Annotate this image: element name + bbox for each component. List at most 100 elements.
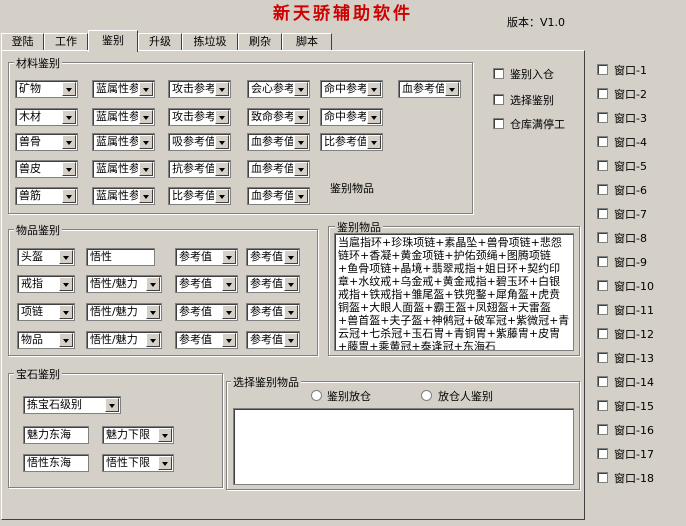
window-checkbox[interactable] [597, 424, 608, 435]
window-checkbox[interactable] [597, 280, 608, 291]
window-checkbox[interactable] [597, 328, 608, 339]
material-blue-attr-select[interactable]: 蓝属性参 [92, 133, 155, 151]
window-checkbox[interactable] [597, 64, 608, 75]
window-checkbox[interactable] [597, 376, 608, 387]
item-ref-value-select[interactable]: 参考值 [246, 331, 300, 349]
material-ref-select[interactable]: 命中参考 [320, 108, 383, 126]
material-blue-attr-select[interactable]: 蓝属性参 [92, 108, 155, 126]
window-checkbox[interactable] [597, 232, 608, 243]
item-type-select[interactable]: 物品 [17, 331, 75, 349]
tab-upgrade[interactable]: 升级 [138, 33, 182, 51]
item-attr-select[interactable]: 悟性/魅力 [86, 331, 162, 349]
material-ref-select[interactable]: 吸参考值 [168, 133, 231, 151]
radio-store-person-identify[interactable] [421, 390, 432, 401]
window-checkbox[interactable] [597, 184, 608, 195]
material-blue-attr-select[interactable]: 蓝属性参 [92, 187, 155, 205]
chevron-down-icon [367, 110, 381, 124]
material-ref-select[interactable]: 比参考值 [320, 133, 383, 151]
item-ref-value-select[interactable]: 参考值 [246, 275, 300, 293]
material-ref-select[interactable]: 抗参考值 [168, 160, 231, 178]
chevron-down-icon [215, 162, 229, 176]
version-label: 版本：V1.0 [507, 16, 566, 29]
gem-limit-select[interactable]: 悟性下限 [102, 454, 174, 472]
material-ref-select[interactable]: 攻击参考 [168, 108, 231, 126]
item-type-select[interactable]: 项链 [17, 303, 75, 321]
chevron-down-icon [222, 333, 236, 347]
chevron-down-icon [158, 428, 172, 442]
item-type-select[interactable]: 头盔 [17, 248, 75, 266]
window-label: 窗口-12 [614, 328, 654, 341]
item-ref-value-select[interactable]: 参考值 [175, 303, 238, 321]
material-type-select[interactable]: 兽筋 [15, 187, 78, 205]
identify-items-memo[interactable]: 当扈指环+珍珠项链+素晶坠+兽骨项链+悲怨链环+香凝+黄金项链+护佑颈绳+图腾项… [334, 233, 574, 351]
material-ref-select[interactable]: 攻击参考 [168, 80, 231, 98]
chevron-down-icon [222, 277, 236, 291]
chevron-down-icon [294, 110, 308, 124]
item-ref-value-select[interactable]: 参考值 [175, 248, 238, 266]
item-type-select[interactable]: 戒指 [17, 275, 75, 293]
window-checkbox[interactable] [597, 160, 608, 171]
radio-identify-store[interactable] [311, 390, 322, 401]
material-ref-select[interactable]: 会心参考 [247, 80, 310, 98]
select-items-legend: 选择鉴别物品 [231, 374, 301, 390]
select-items-list[interactable] [233, 408, 574, 485]
gem-name-field[interactable]: 魅力东海 [23, 426, 89, 444]
item-ref-value-select[interactable]: 参考值 [175, 331, 238, 349]
chevron-down-icon [146, 305, 160, 319]
window-label: 窗口-10 [614, 280, 654, 293]
chevron-down-icon [445, 82, 459, 96]
window-checkbox[interactable] [597, 448, 608, 459]
material-blue-attr-select[interactable]: 蓝属性参 [92, 80, 155, 98]
select-identify-checkbox[interactable] [493, 94, 504, 105]
material-ref-select[interactable]: 致命参考 [247, 108, 310, 126]
item-ref-value-select[interactable]: 参考值 [175, 275, 238, 293]
tab-work[interactable]: 工作 [44, 33, 88, 51]
identify-to-storage-checkbox[interactable] [493, 68, 504, 79]
window-checkbox[interactable] [597, 136, 608, 147]
window-checkbox[interactable] [597, 400, 608, 411]
chevron-down-icon [146, 277, 160, 291]
window-checkbox[interactable] [597, 304, 608, 315]
window-checkbox[interactable] [597, 112, 608, 123]
item-attr-field[interactable]: 悟性 [86, 248, 155, 266]
material-blue-attr-select[interactable]: 蓝属性参 [92, 160, 155, 178]
gem-name-field[interactable]: 悟性东海 [23, 454, 89, 472]
tab-pickup-trash[interactable]: 拣垃圾 [182, 33, 238, 51]
window-checkbox[interactable] [597, 208, 608, 219]
chevron-down-icon [62, 189, 76, 203]
select-identify-label: 选择鉴别 [510, 94, 554, 107]
item-attr-select[interactable]: 悟性/魅力 [86, 303, 162, 321]
tab-identify[interactable]: 鉴别 [88, 30, 138, 52]
tab-login[interactable]: 登陆 [1, 33, 44, 51]
chevron-down-icon [139, 162, 153, 176]
window-label: 窗口-3 [614, 112, 647, 125]
material-ref-select[interactable]: 血参考值 [247, 187, 310, 205]
material-type-select[interactable]: 兽皮 [15, 160, 78, 178]
chevron-down-icon [294, 82, 308, 96]
window-label: 窗口-18 [614, 472, 654, 485]
window-checkbox[interactable] [597, 88, 608, 99]
gem-level-select[interactable]: 拣宝石级别 [23, 396, 121, 414]
material-ref-select[interactable]: 命中参考 [320, 80, 383, 98]
item-ref-value-select[interactable]: 参考值 [246, 303, 300, 321]
item-ref-value-select[interactable]: 参考值 [246, 248, 300, 266]
gem-limit-select[interactable]: 魅力下限 [102, 426, 174, 444]
item-attr-select[interactable]: 悟性/魅力 [86, 275, 162, 293]
window-checkbox[interactable] [597, 256, 608, 267]
material-type-select[interactable]: 木材 [15, 108, 78, 126]
material-ref-select[interactable]: 血参考值 [398, 80, 461, 98]
window-label: 窗口-6 [614, 184, 647, 197]
identify-items-text: 当扈指环+珍珠项链+素晶坠+兽骨项链+悲怨链环+香凝+黄金项链+护佑颈绳+图腾项… [338, 236, 570, 351]
window-checkbox[interactable] [597, 352, 608, 363]
tab-misc[interactable]: 刷杂 [238, 33, 282, 51]
tab-script[interactable]: 脚本 [282, 33, 332, 51]
material-type-select[interactable]: 矿物 [15, 80, 78, 98]
chevron-down-icon [294, 162, 308, 176]
material-ref-select[interactable]: 比参考值 [168, 187, 231, 205]
stop-when-full-checkbox[interactable] [493, 118, 504, 129]
material-type-select[interactable]: 兽骨 [15, 133, 78, 151]
window-checkbox[interactable] [597, 472, 608, 483]
material-ref-select[interactable]: 血参考值 [247, 160, 310, 178]
material-ref-select[interactable]: 血参考值 [247, 133, 310, 151]
chevron-down-icon [59, 333, 73, 347]
